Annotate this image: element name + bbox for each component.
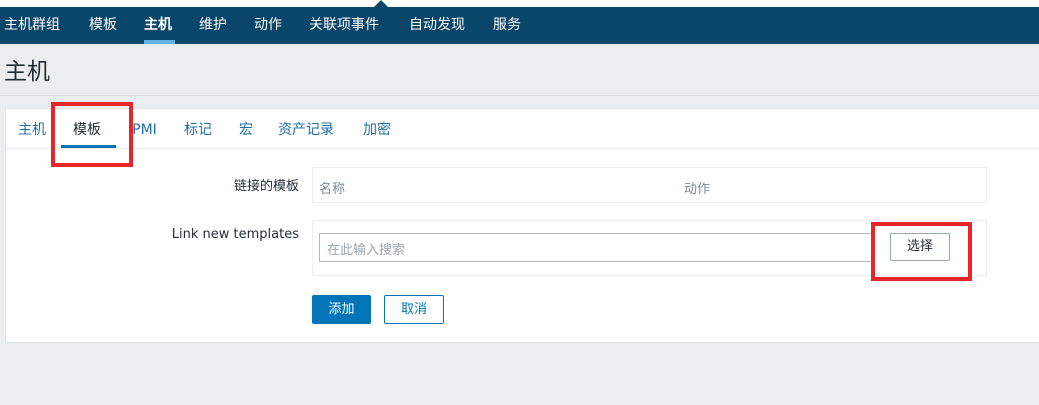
tabs-divider (6, 148, 1039, 149)
top-strip (0, 0, 1039, 7)
nav-actions[interactable]: 动作 (254, 7, 282, 44)
nav-host-groups[interactable]: 主机群组 (4, 7, 60, 44)
cancel-button[interactable]: 取消 (384, 295, 444, 324)
tab-inventory[interactable]: 资产记录 (278, 119, 334, 141)
column-header-name: 名称 (319, 182, 346, 197)
nav-templates[interactable]: 模板 (89, 7, 117, 44)
templates-tab-highlight (51, 102, 133, 167)
active-menu-pointer (374, 0, 388, 7)
tab-host[interactable]: 主机 (18, 119, 46, 141)
tab-tags[interactable]: 标记 (184, 119, 212, 141)
page-title: 主机 (4, 59, 50, 85)
nav-maintenance[interactable]: 维护 (199, 7, 227, 44)
top-navigation: 主机群组 模板 主机 维护 动作 关联项事件 自动发现 服务 (0, 0, 1039, 44)
add-button[interactable]: 添加 (312, 295, 371, 324)
link-new-templates-label: Link new templates (171, 227, 299, 242)
nav-active-underline (144, 40, 175, 44)
nav-correlation-events[interactable]: 关联项事件 (309, 7, 379, 44)
column-header-action: 动作 (684, 182, 711, 197)
linked-templates-label: 链接的模板 (233, 179, 299, 194)
nav-hosts[interactable]: 主机 (144, 7, 172, 44)
nav-discovery[interactable]: 自动发现 (409, 7, 465, 44)
tab-macros[interactable]: 宏 (239, 119, 253, 141)
template-search-input[interactable]: 在此输入搜索 (319, 233, 873, 262)
select-button-highlight (871, 222, 972, 281)
tab-encryption[interactable]: 加密 (363, 119, 391, 141)
nav-services[interactable]: 服务 (493, 7, 521, 44)
search-placeholder: 在此输入搜索 (327, 243, 406, 258)
header-divider (0, 95, 1039, 96)
linked-templates-table: 名称 动作 (312, 167, 987, 203)
